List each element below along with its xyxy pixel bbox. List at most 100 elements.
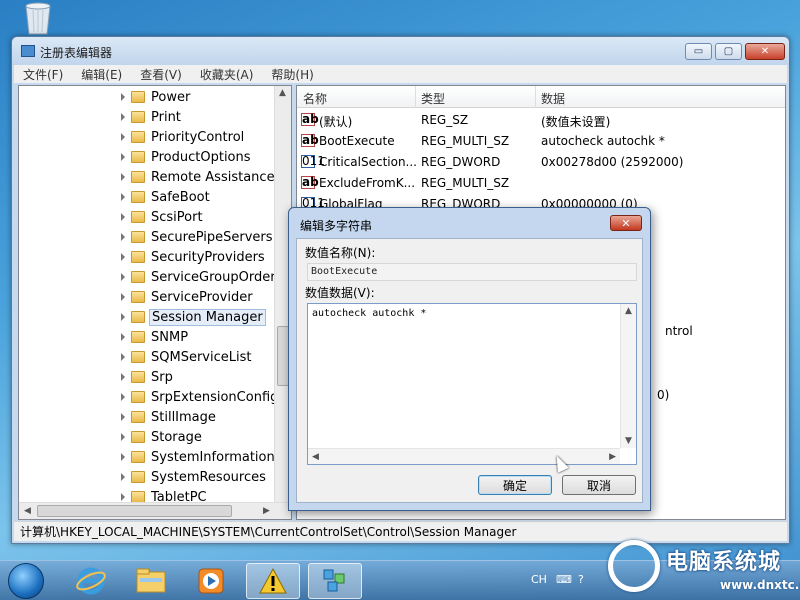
help-icon[interactable]: ?	[578, 573, 584, 586]
keyboard-icon[interactable]: ⌨	[556, 573, 572, 586]
tree-item[interactable]: ScsiPort	[121, 207, 205, 227]
expand-arrow-icon[interactable]	[121, 453, 125, 461]
folder-icon	[131, 471, 145, 483]
menu-view[interactable]: 查看(V)	[131, 66, 191, 83]
expand-arrow-icon[interactable]	[121, 193, 125, 201]
watermark-logo-icon	[608, 540, 660, 592]
expand-arrow-icon[interactable]	[121, 353, 125, 361]
taskbar-ie[interactable]	[64, 563, 118, 599]
tree-item[interactable]: SrpExtensionConfig	[121, 387, 280, 407]
dialog-close-button[interactable]: ✕	[610, 215, 642, 231]
value-name-label: 数值名称(N):	[305, 246, 376, 260]
tree-item[interactable]: SQMServiceList	[121, 347, 253, 367]
tree-item[interactable]: Print	[121, 107, 183, 127]
dialog-title: 编辑多字符串	[300, 219, 373, 233]
taskbar-media-player[interactable]	[184, 563, 238, 599]
column-name[interactable]: 名称	[303, 90, 327, 107]
expand-arrow-icon[interactable]	[121, 233, 125, 241]
expand-arrow-icon[interactable]	[121, 393, 125, 401]
tree-item[interactable]: ServiceProvider	[121, 287, 255, 307]
expand-arrow-icon[interactable]	[121, 133, 125, 141]
taskbar-regedit[interactable]	[308, 563, 362, 599]
tree-item[interactable]: Remote Assistance	[121, 167, 277, 187]
value-data-textarea[interactable]: autocheck autochk * ▲ ▼ ◀ ▶	[307, 303, 637, 465]
expand-arrow-icon[interactable]	[121, 173, 125, 181]
tree-item-label: ScsiPort	[151, 209, 203, 225]
start-button[interactable]	[8, 563, 44, 599]
expand-arrow-icon[interactable]	[121, 113, 125, 121]
expand-arrow-icon[interactable]	[121, 253, 125, 261]
menu-edit[interactable]: 编辑(E)	[72, 66, 131, 83]
column-type[interactable]: 类型	[421, 90, 445, 107]
folder-icon	[131, 171, 145, 183]
tree-horizontal-scrollbar[interactable]: ◀ ▶	[19, 502, 291, 519]
ok-button[interactable]: 确定	[478, 475, 552, 495]
tree-horizontal-scroll-thumb[interactable]	[37, 505, 232, 517]
expand-arrow-icon[interactable]	[121, 313, 125, 321]
scroll-down-icon[interactable]: ▼	[625, 436, 632, 446]
title-bar[interactable]: 注册表编辑器 ▭ ▢ ✕	[12, 37, 789, 65]
tree-item-label: ServiceProvider	[151, 289, 253, 305]
scroll-up-icon[interactable]: ▲	[625, 306, 632, 316]
tree-item[interactable]: Storage	[121, 427, 204, 447]
expand-arrow-icon[interactable]	[121, 93, 125, 101]
tree-item[interactable]: SecurityProviders	[121, 247, 267, 267]
table-row[interactable]: ab (默认) REG_SZ (数值未设置)	[297, 110, 785, 131]
close-button[interactable]: ✕	[745, 43, 785, 60]
textarea-horizontal-scrollbar[interactable]: ◀ ▶	[308, 448, 620, 464]
tree-item[interactable]: ProductOptions	[121, 147, 253, 167]
scroll-left-icon[interactable]: ◀	[24, 506, 31, 516]
watermark: 电脑系统城 www.dnxtc.net	[602, 536, 800, 600]
tree-item[interactable]: SecurePipeServers	[121, 227, 275, 247]
folder-icon	[131, 251, 145, 263]
key-tree-pane[interactable]: Power Print PriorityControl ProductOptions R…	[18, 85, 292, 520]
menu-bar: 文件(F) 编辑(E) 查看(V) 收藏夹(A) 帮助(H)	[14, 65, 787, 83]
expand-arrow-icon[interactable]	[121, 153, 125, 161]
scroll-up-icon[interactable]: ▲	[279, 88, 286, 98]
tree-item[interactable]: SystemResources	[121, 467, 268, 487]
tree-item[interactable]: Session Manager	[121, 307, 266, 327]
expand-arrow-icon[interactable]	[121, 293, 125, 301]
expand-arrow-icon[interactable]	[121, 433, 125, 441]
tree-item-label: SQMServiceList	[151, 349, 252, 365]
scroll-right-icon[interactable]: ▶	[609, 452, 616, 462]
minimize-button[interactable]: ▭	[685, 43, 712, 60]
expand-arrow-icon[interactable]	[121, 493, 125, 501]
scroll-left-icon[interactable]: ◀	[312, 452, 319, 462]
menu-file[interactable]: 文件(F)	[14, 66, 72, 83]
tree-item[interactable]: Srp	[121, 367, 175, 387]
tree-item[interactable]: SafeBoot	[121, 187, 212, 207]
tree-item[interactable]: StillImage	[121, 407, 218, 427]
expand-arrow-icon[interactable]	[121, 273, 125, 281]
cancel-button[interactable]: 取消	[562, 475, 636, 495]
expand-arrow-icon[interactable]	[121, 213, 125, 221]
expand-arrow-icon[interactable]	[121, 373, 125, 381]
expand-arrow-icon[interactable]	[121, 413, 125, 421]
watermark-title: 电脑系统城	[666, 550, 782, 575]
taskbar-explorer[interactable]	[124, 563, 178, 599]
tree-item[interactable]: SNMP	[121, 327, 190, 347]
value-data-text[interactable]: autocheck autochk *	[312, 308, 426, 319]
menu-help[interactable]: 帮助(H)	[262, 66, 322, 83]
table-row[interactable]: ab BootExecute REG_MULTI_SZ autocheck autoc…	[297, 131, 785, 152]
taskbar-warning-app[interactable]	[246, 563, 300, 599]
column-data[interactable]: 数据	[541, 90, 565, 107]
tree-item[interactable]: SystemInformation	[121, 447, 277, 467]
scroll-right-icon[interactable]: ▶	[263, 506, 270, 516]
recycle-bin-icon[interactable]	[18, 2, 58, 36]
regedit-icon	[323, 569, 345, 592]
input-language-indicator[interactable]: CH	[531, 573, 547, 586]
table-row[interactable]: ab ExcludeFromK... REG_MULTI_SZ	[297, 173, 785, 194]
table-row[interactable]: 011 CriticalSection... REG_DWORD 0x00278d00…	[297, 152, 785, 173]
tree-item[interactable]: Power	[121, 87, 192, 107]
expand-arrow-icon[interactable]	[121, 333, 125, 341]
tree-item[interactable]: ServiceGroupOrder	[121, 267, 278, 287]
column-divider[interactable]	[535, 86, 536, 108]
maximize-button[interactable]: ▢	[715, 43, 742, 60]
expand-arrow-icon[interactable]	[121, 473, 125, 481]
menu-favorites[interactable]: 收藏夹(A)	[191, 66, 263, 83]
status-path: 计算机\HKEY_LOCAL_MACHINE\SYSTEM\CurrentCon…	[20, 525, 517, 539]
tree-item[interactable]: PriorityControl	[121, 127, 246, 147]
column-divider[interactable]	[415, 86, 416, 108]
textarea-vertical-scrollbar[interactable]: ▲ ▼	[620, 304, 636, 448]
